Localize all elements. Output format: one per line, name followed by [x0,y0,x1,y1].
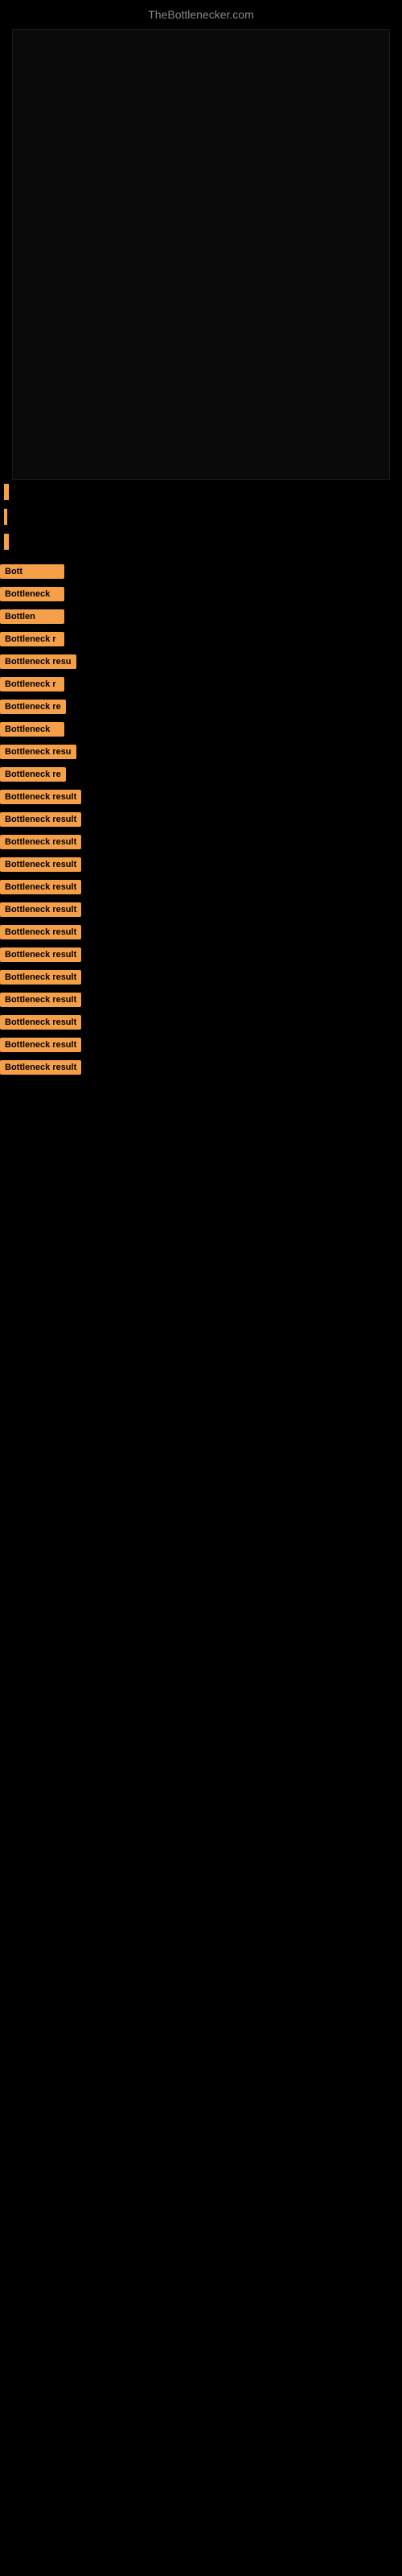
bottleneck-row: Bott [0,563,402,580]
bottleneck-row: Bottleneck result [0,811,402,828]
bottleneck-result-label: Bottleneck [0,587,64,601]
bottleneck-row: Bottleneck [0,720,402,738]
bottleneck-result-label: Bottleneck result [0,970,81,985]
bottleneck-result-label: Bottleneck re [0,700,66,714]
bottleneck-result-label: Bottleneck r [0,632,64,646]
bottleneck-row: Bottleneck result [0,991,402,1009]
vertical-bar-group-1 [4,484,402,500]
orange-bar-icon [4,484,9,500]
bottleneck-row: Bottlen [0,608,402,625]
bottleneck-row: Bottleneck result [0,968,402,986]
chart-area [12,29,390,480]
bottleneck-row: Bottleneck result [0,1036,402,1054]
bottleneck-result-label: Bottlen [0,609,64,624]
bottleneck-row: Bottleneck result [0,923,402,941]
orange-bar-icon-2 [4,534,9,550]
bottleneck-result-label: Bottleneck r [0,677,64,691]
bottleneck-result-label: Bottleneck resu [0,654,76,669]
bottleneck-row: Bottleneck r [0,630,402,648]
bottleneck-result-label: Bottleneck result [0,835,81,849]
bottleneck-row: Bottleneck result [0,788,402,806]
bottleneck-row: Bottleneck result [0,901,402,919]
pipe-bar-icon [4,509,7,525]
bottleneck-result-label: Bottleneck result [0,790,81,804]
bottleneck-result-label: Bottleneck result [0,902,81,917]
bottleneck-row: Bottleneck result [0,878,402,896]
bottleneck-result-label: Bottleneck result [0,993,81,1007]
bottleneck-result-label: Bottleneck result [0,947,81,962]
bottleneck-row: Bottleneck result [0,833,402,851]
bottleneck-results-section: Bott Bottleneck Bottlen Bottleneck r Bot… [0,554,402,1085]
bottleneck-row: Bottleneck resu [0,743,402,761]
bottleneck-row: Bottleneck re [0,766,402,783]
bottleneck-row: Bottleneck result [0,1059,402,1076]
bottleneck-row: Bottleneck result [0,1013,402,1031]
bottleneck-result-label: Bottleneck result [0,1038,81,1052]
bottleneck-row: Bottleneck result [0,856,402,873]
bottleneck-row: Bottleneck [0,585,402,603]
bottleneck-row: Bottleneck result [0,946,402,964]
bottleneck-result-label: Bottleneck result [0,1060,81,1075]
bottleneck-result-label: Bottleneck result [0,880,81,894]
site-title: TheBottlenecker.com [0,0,402,25]
vertical-bar-group-2 [4,534,402,550]
bottleneck-result-label: Bottleneck result [0,925,81,939]
bottleneck-row: Bottleneck r [0,675,402,693]
bottleneck-result-label: Bottleneck result [0,1015,81,1030]
bottleneck-result-label: Bottleneck result [0,857,81,872]
bottleneck-result-label: Bott [0,564,64,579]
bottleneck-result-label: Bottleneck resu [0,745,76,759]
bottleneck-result-label: Bottleneck result [0,812,81,827]
bottleneck-row: Bottleneck re [0,698,402,716]
bottleneck-result-label: Bottleneck [0,722,64,737]
bottleneck-row: Bottleneck resu [0,653,402,671]
bottleneck-result-label: Bottleneck re [0,767,66,782]
